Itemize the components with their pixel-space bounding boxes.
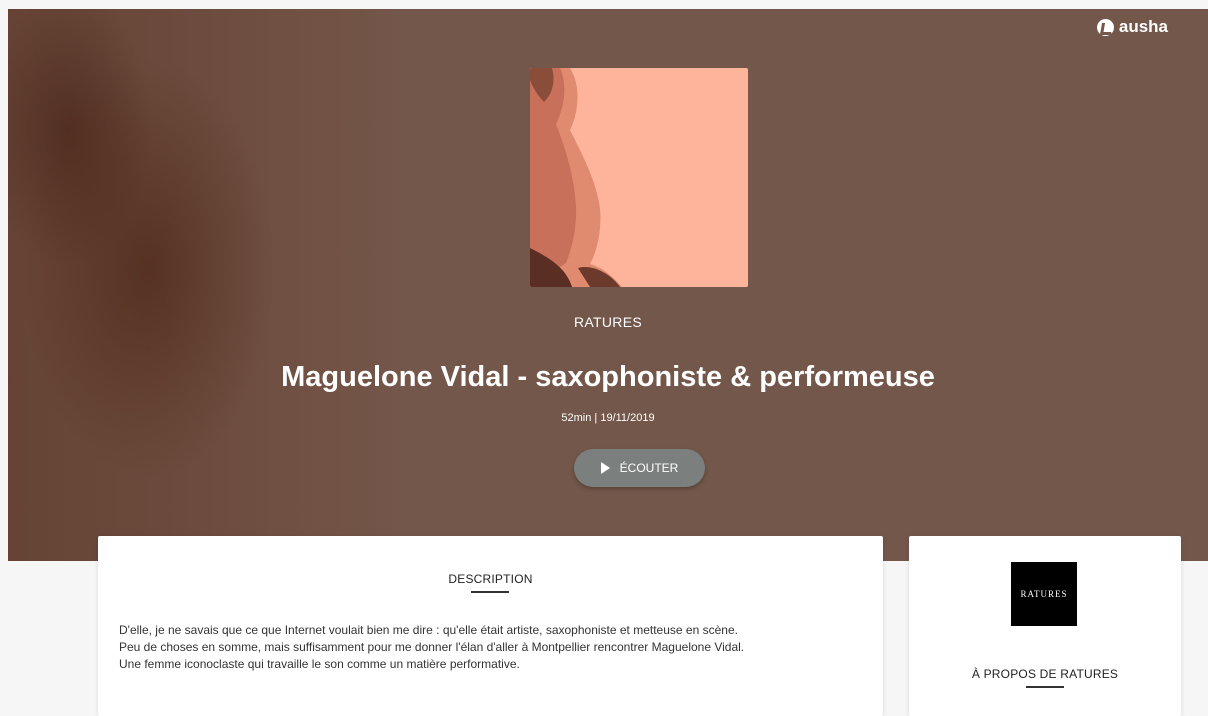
description-line: Une femme iconoclaste qui travaille le s… — [119, 657, 520, 671]
hero-banner: ausha RATURES Maguelone Vidal - saxophon… — [8, 9, 1208, 561]
description-card: DESCRIPTION D'elle, je ne savais que ce … — [98, 536, 883, 716]
about-underline — [1026, 686, 1064, 688]
description-text: D'elle, je ne savais que ce que Internet… — [119, 622, 879, 673]
show-logo-text: RATURES — [1020, 589, 1068, 599]
description-heading: DESCRIPTION — [448, 572, 533, 586]
episode-cover-image — [530, 68, 748, 287]
description-line: D'elle, je ne savais que ce que Internet… — [119, 623, 738, 637]
ausha-logo-icon — [1096, 18, 1114, 36]
ausha-logo[interactable]: ausha — [1096, 17, 1168, 37]
cover-portrait-illustration — [530, 68, 748, 287]
description-underline — [471, 591, 509, 593]
about-card: RATURES À PROPOS DE RATURES — [909, 536, 1181, 716]
listen-button[interactable]: ÉCOUTER — [574, 449, 705, 487]
episode-meta: 52min | 19/11/2019 — [561, 412, 655, 424]
listen-label: ÉCOUTER — [619, 461, 679, 475]
description-line: Peu de choses en somme, mais suffisammen… — [119, 640, 745, 654]
hero-background-blur — [8, 9, 398, 561]
show-logo-thumbnail[interactable]: RATURES — [1011, 562, 1077, 626]
play-icon — [600, 462, 610, 474]
show-name[interactable]: RATURES — [8, 314, 1208, 330]
episode-title: Maguelone Vidal - saxophoniste & perform… — [281, 361, 935, 393]
brand-name: ausha — [1118, 17, 1168, 36]
about-heading: À PROPOS DE RATURES — [971, 667, 1119, 681]
